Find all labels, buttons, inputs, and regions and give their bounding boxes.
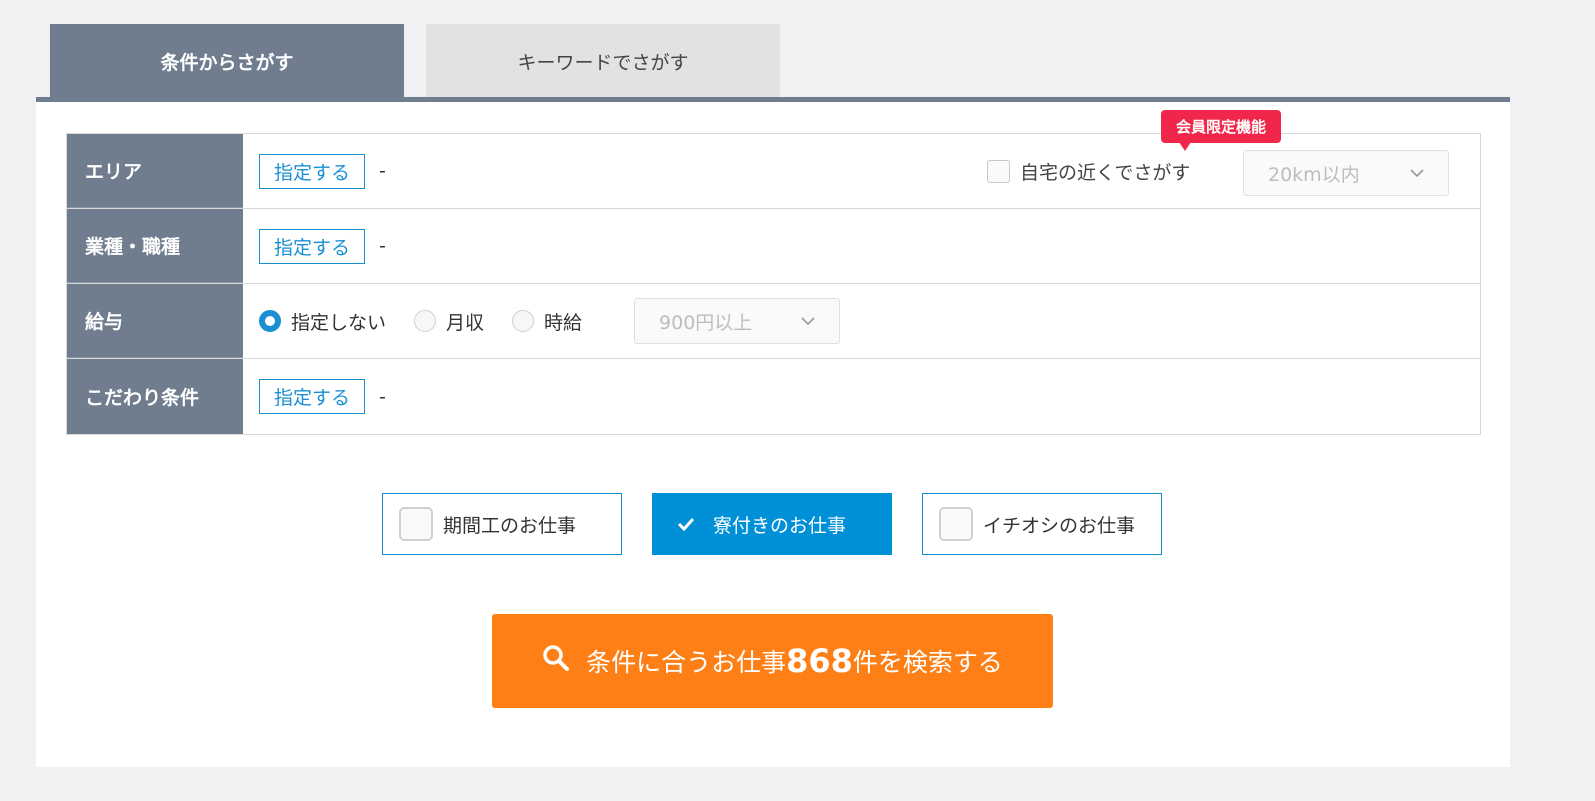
chip-label: 寮付きのお仕事: [713, 514, 847, 537]
chip-dorm-work[interactable]: 寮付きのお仕事: [652, 493, 892, 555]
conditions-specify-button[interactable]: 指定する: [259, 379, 366, 414]
chip-label: イチオシのお仕事: [983, 514, 1136, 537]
row-conditions: こだわり条件 指定する -: [67, 359, 1480, 434]
industry-specify-button[interactable]: 指定する: [259, 228, 366, 264]
near-home-option[interactable]: 自宅の近くでさがす: [987, 134, 1190, 208]
area-value: -: [379, 160, 386, 182]
salary-radio-none[interactable]: [259, 310, 281, 332]
row-body-area: 指定する - 会員限定機能 自宅の近くでさがす 20km以内: [243, 110, 1480, 208]
near-home-checkbox[interactable]: [987, 159, 1010, 183]
row-industry: 業種・職種 指定する -: [67, 209, 1480, 284]
search-tabs: 条件からさがす キーワードでさがす: [50, 24, 780, 98]
row-label-salary: 給与: [67, 284, 243, 358]
chevron-down-icon: [1410, 164, 1424, 182]
chip-checkbox: [399, 507, 433, 541]
search-count: 868: [786, 642, 853, 680]
salary-radio-hourly-label: 時給: [544, 311, 583, 334]
chip-checkbox: [939, 507, 973, 541]
salary-radio-monthly-label: 月収: [446, 311, 485, 334]
search-panel: エリア 指定する - 会員限定機能 自宅の近くでさがす 20km以内 業種・職種: [36, 102, 1510, 767]
chevron-down-icon: [801, 312, 815, 330]
salary-radio-group: 指定しない 月収 時給: [259, 308, 610, 335]
distance-select[interactable]: 20km以内: [1243, 150, 1449, 196]
salary-radio-hourly[interactable]: [512, 310, 535, 332]
salary-radio-none-label: 指定しない: [291, 311, 387, 334]
chip-recommended-work[interactable]: イチオシのお仕事: [922, 493, 1162, 555]
salary-select-value: 900円以上: [659, 311, 753, 334]
search-icon: [542, 644, 586, 678]
search-suffix: 件を検索する: [852, 648, 1003, 677]
salary-radio-monthly[interactable]: [414, 310, 437, 332]
feature-chips: 期間工のお仕事 寮付きのお仕事 イチオシのお仕事: [382, 493, 1192, 555]
condition-table: エリア 指定する - 会員限定機能 自宅の近くでさがす 20km以内 業種・職種: [66, 110, 1481, 435]
chip-label: 期間工のお仕事: [443, 514, 577, 537]
row-label-conditions: こだわり条件: [67, 359, 243, 434]
search-button[interactable]: 条件に合うお仕事 868 件を検索する: [492, 614, 1053, 708]
area-specify-button[interactable]: 指定する: [259, 153, 366, 189]
row-area: エリア 指定する - 会員限定機能 自宅の近くでさがす 20km以内: [67, 110, 1480, 209]
industry-value: -: [379, 235, 386, 257]
tab-condition-search[interactable]: 条件からさがす: [50, 24, 404, 98]
row-body-conditions: 指定する -: [243, 359, 1480, 434]
chip-seasonal-work[interactable]: 期間工のお仕事: [382, 493, 622, 555]
conditions-value: -: [379, 385, 386, 408]
distance-select-value: 20km以内: [1268, 163, 1360, 186]
near-home-label: 自宅の近くでさがす: [1020, 161, 1191, 184]
search-prefix: 条件に合うお仕事: [586, 648, 787, 677]
row-body-salary: 指定しない 月収 時給 900円以上: [243, 284, 1480, 358]
check-icon: [677, 512, 695, 536]
row-label-industry: 業種・職種: [67, 209, 243, 283]
row-label-area: エリア: [67, 134, 243, 208]
row-body-industry: 指定する -: [243, 209, 1480, 283]
salary-select[interactable]: 900円以上: [634, 298, 841, 344]
row-salary: 給与 指定しない 月収 時給 900円以上: [67, 284, 1480, 359]
tab-keyword-search[interactable]: キーワードでさがす: [426, 24, 780, 98]
